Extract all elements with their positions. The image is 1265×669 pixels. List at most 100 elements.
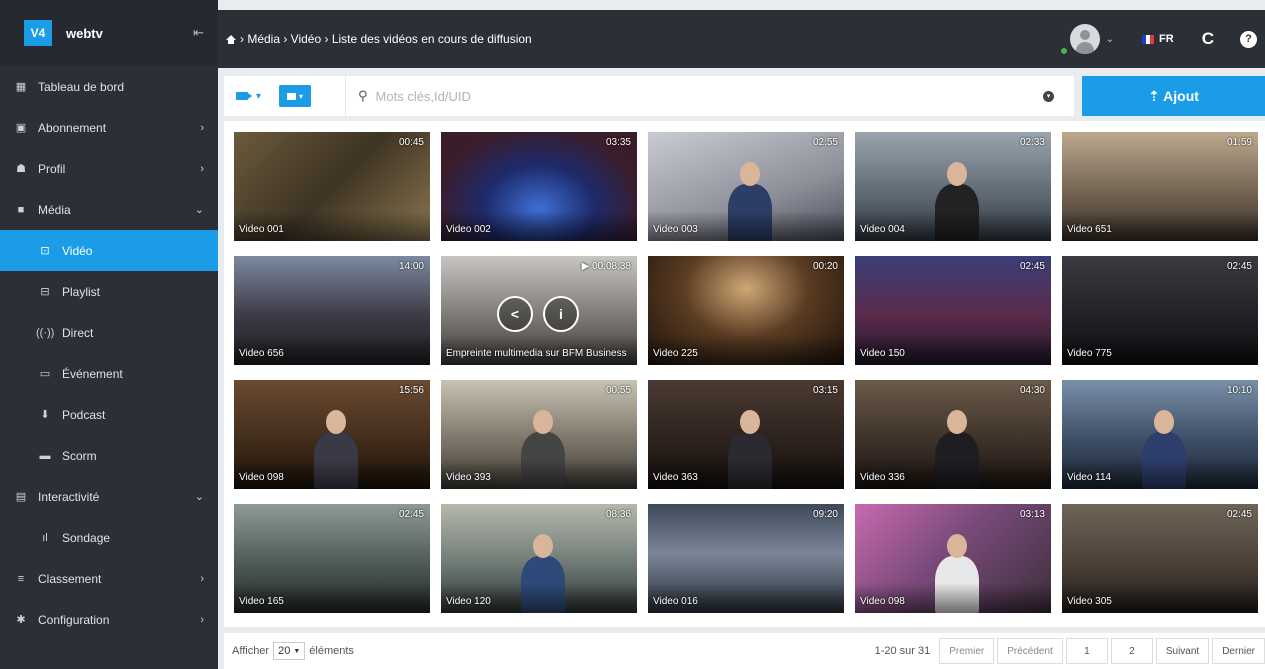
search-icon: ⚲	[358, 88, 368, 103]
video-title: Video 651	[1067, 224, 1112, 235]
chevron-icon: ›	[200, 162, 204, 175]
chevron-icon: ›	[200, 613, 204, 626]
video-grid: 00:45 Video 001 03:35 Video 002 02:55 Video 0…	[224, 121, 1265, 627]
video-tile[interactable]: 03:13 Video 098	[855, 504, 1051, 613]
video-tile[interactable]: 14:00 Video 656	[234, 256, 430, 365]
sidebar-item-label: Direct	[62, 325, 94, 340]
video-tile[interactable]: 08:36 Video 120	[441, 504, 637, 613]
sidebar-item-label: Sondage	[62, 530, 111, 545]
video-tile[interactable]: 03:15 Video 363	[648, 380, 844, 489]
app-name: webtv	[66, 25, 103, 41]
show-label: Afficher	[232, 645, 270, 657]
page-1-button[interactable]: 1	[1065, 638, 1108, 664]
sidebar-item-label: Scorm	[62, 448, 97, 463]
last-page-button[interactable]: Dernier	[1212, 638, 1265, 664]
video-title: Video 001	[239, 224, 284, 235]
sidebar-item-label: Playlist	[62, 284, 101, 299]
bar-chart-icon: ıl	[42, 531, 48, 544]
video-title: Video 775	[1067, 348, 1112, 359]
sidebar-item-tableau-de-bord[interactable]: ▦ Tableau de bord	[0, 66, 218, 107]
video-duration: 00:55	[605, 385, 631, 396]
sidebar-item-direct[interactable]: ((·)) Direct	[0, 312, 218, 353]
collapse-menu-icon[interactable]: ⇤	[193, 25, 204, 41]
video-tile[interactable]: 02:45 Video 305	[1062, 504, 1258, 613]
video-tile[interactable]: 00:45 Video 001	[234, 132, 430, 241]
video-tile[interactable]: 10:10 Video 114	[1062, 380, 1258, 489]
sidebar-item-podcast[interactable]: ⬇ Podcast	[0, 394, 218, 435]
video-title: Video 363	[653, 472, 698, 483]
help-icon[interactable]: ?	[1240, 30, 1257, 48]
search-input[interactable]	[375, 88, 1043, 104]
first-page-button[interactable]: Premier	[939, 638, 995, 664]
sidebar-item-media[interactable]: ■ Média ⌄	[0, 189, 218, 230]
search-options-icon[interactable]: ▾	[1043, 90, 1054, 102]
avatar[interactable]	[1069, 24, 1100, 54]
sidebar-item-classement[interactable]: ≡ Classement ›	[0, 558, 218, 599]
video-tile[interactable]: 02:55 Video 003	[648, 132, 844, 241]
video-duration: 14:00	[398, 261, 424, 272]
video-camera-icon	[236, 92, 252, 100]
video-tile[interactable]: 03:35 Video 002	[441, 132, 637, 241]
video-title: Video 098	[860, 596, 905, 607]
sidebar-nav: ▦ Tableau de bord ▣ Abonnement › ☗ Profil › ■ Méd…	[0, 66, 218, 640]
user-menu-caret-icon[interactable]: ⌄	[1106, 34, 1114, 45]
page-size-select[interactable]: 20 ▼	[273, 642, 306, 660]
video-tile[interactable]: 02:45 Video 150	[855, 256, 1051, 365]
video-tile[interactable]: 00:55 Video 393	[441, 380, 637, 489]
video-tile[interactable]: 02:33 Video 004	[855, 132, 1051, 241]
sidebar-item-label: Média	[38, 202, 71, 217]
video-title: Video 004	[860, 224, 905, 235]
chevron-icon: ›	[200, 572, 204, 585]
sidebar-item-sondage[interactable]: ıl Sondage	[0, 517, 218, 558]
video-tile[interactable]: 02:45 Video 775	[1062, 256, 1258, 365]
sidebar-item-playlist[interactable]: ⊟ Playlist	[0, 271, 218, 312]
users-icon: ☗	[16, 163, 26, 175]
video-tile[interactable]: ▶ 00:08:38 Empreinte multimedia sur BFM B…	[441, 256, 637, 365]
interactive-icon: ▤	[15, 491, 27, 503]
sidebar-item-configuration[interactable]: ✱ Configuration ›	[0, 599, 218, 640]
live-broadcast-icon: ((·))	[36, 326, 55, 339]
video-tile[interactable]: 15:56 Video 098	[234, 380, 430, 489]
video-tile[interactable]: 01:59 Video 651	[1062, 132, 1258, 241]
sidebar-item-scorm[interactable]: ▬ Scorm	[0, 435, 218, 476]
video-duration: 15:56	[398, 385, 424, 396]
home-icon[interactable]	[226, 34, 236, 44]
video-duration: 09:20	[812, 509, 838, 520]
info-icon[interactable]: i	[543, 296, 579, 332]
calendar-icon: ▭	[39, 368, 51, 380]
video-camera-icon: ■	[17, 203, 25, 216]
view-mode-dropdown[interactable]: ▾	[279, 85, 312, 107]
pagination-info: 1-20 sur 31	[874, 645, 931, 657]
video-square-icon: ⊡	[40, 245, 50, 257]
video-tile[interactable]: 09:20 Video 016	[648, 504, 844, 613]
sidebar-item-abonnement[interactable]: ▣ Abonnement ›	[0, 107, 218, 148]
video-title: Video 016	[653, 596, 698, 607]
share-icon[interactable]: <	[497, 296, 533, 332]
previous-page-button[interactable]: Précédent	[997, 638, 1063, 664]
add-button[interactable]: ⇡ Ajout	[1082, 76, 1265, 116]
sidebar-item-interactivite[interactable]: ▤ Interactivité ⌄	[0, 476, 218, 517]
media-type-dropdown[interactable]: ▾	[236, 91, 261, 102]
refresh-icon[interactable]: C	[1202, 29, 1214, 49]
video-tile[interactable]: 02:45 Video 165	[234, 504, 430, 613]
chevron-icon: ›	[200, 121, 204, 134]
video-title: Video 098	[239, 472, 284, 483]
video-title: Video 165	[239, 596, 284, 607]
video-duration: ▶ 00:08:38	[581, 261, 631, 272]
sidebar-item-label: Interactivité	[38, 489, 100, 504]
sidebar-item-profil[interactable]: ☗ Profil ›	[0, 148, 218, 189]
sidebar-item-video[interactable]: ⊡ Vidéo	[0, 230, 218, 271]
video-title: Video 150	[860, 348, 905, 359]
sidebar-item-evenement[interactable]: ▭ Événement	[0, 353, 218, 394]
toolbar: ▾ ▾ ⚲ ▾ ⇡ Ajout	[224, 76, 1265, 116]
page-2-button[interactable]: 2	[1110, 638, 1153, 664]
sidebar-item-label: Profil	[38, 161, 66, 176]
breadcrumb-text[interactable]: › Média › Vidéo › Liste des vidéos en co…	[240, 32, 532, 46]
language-selector[interactable]: FR	[1142, 33, 1174, 45]
breadcrumb: › Média › Vidéo › Liste des vidéos en co…	[218, 32, 1070, 46]
next-page-button[interactable]: Suivant	[1155, 638, 1210, 664]
video-tile[interactable]: 00:20 Video 225	[648, 256, 844, 365]
app-logo[interactable]: V4	[24, 20, 52, 46]
video-tile[interactable]: 04:30 Video 336	[855, 380, 1051, 489]
french-flag-icon	[1142, 34, 1155, 44]
